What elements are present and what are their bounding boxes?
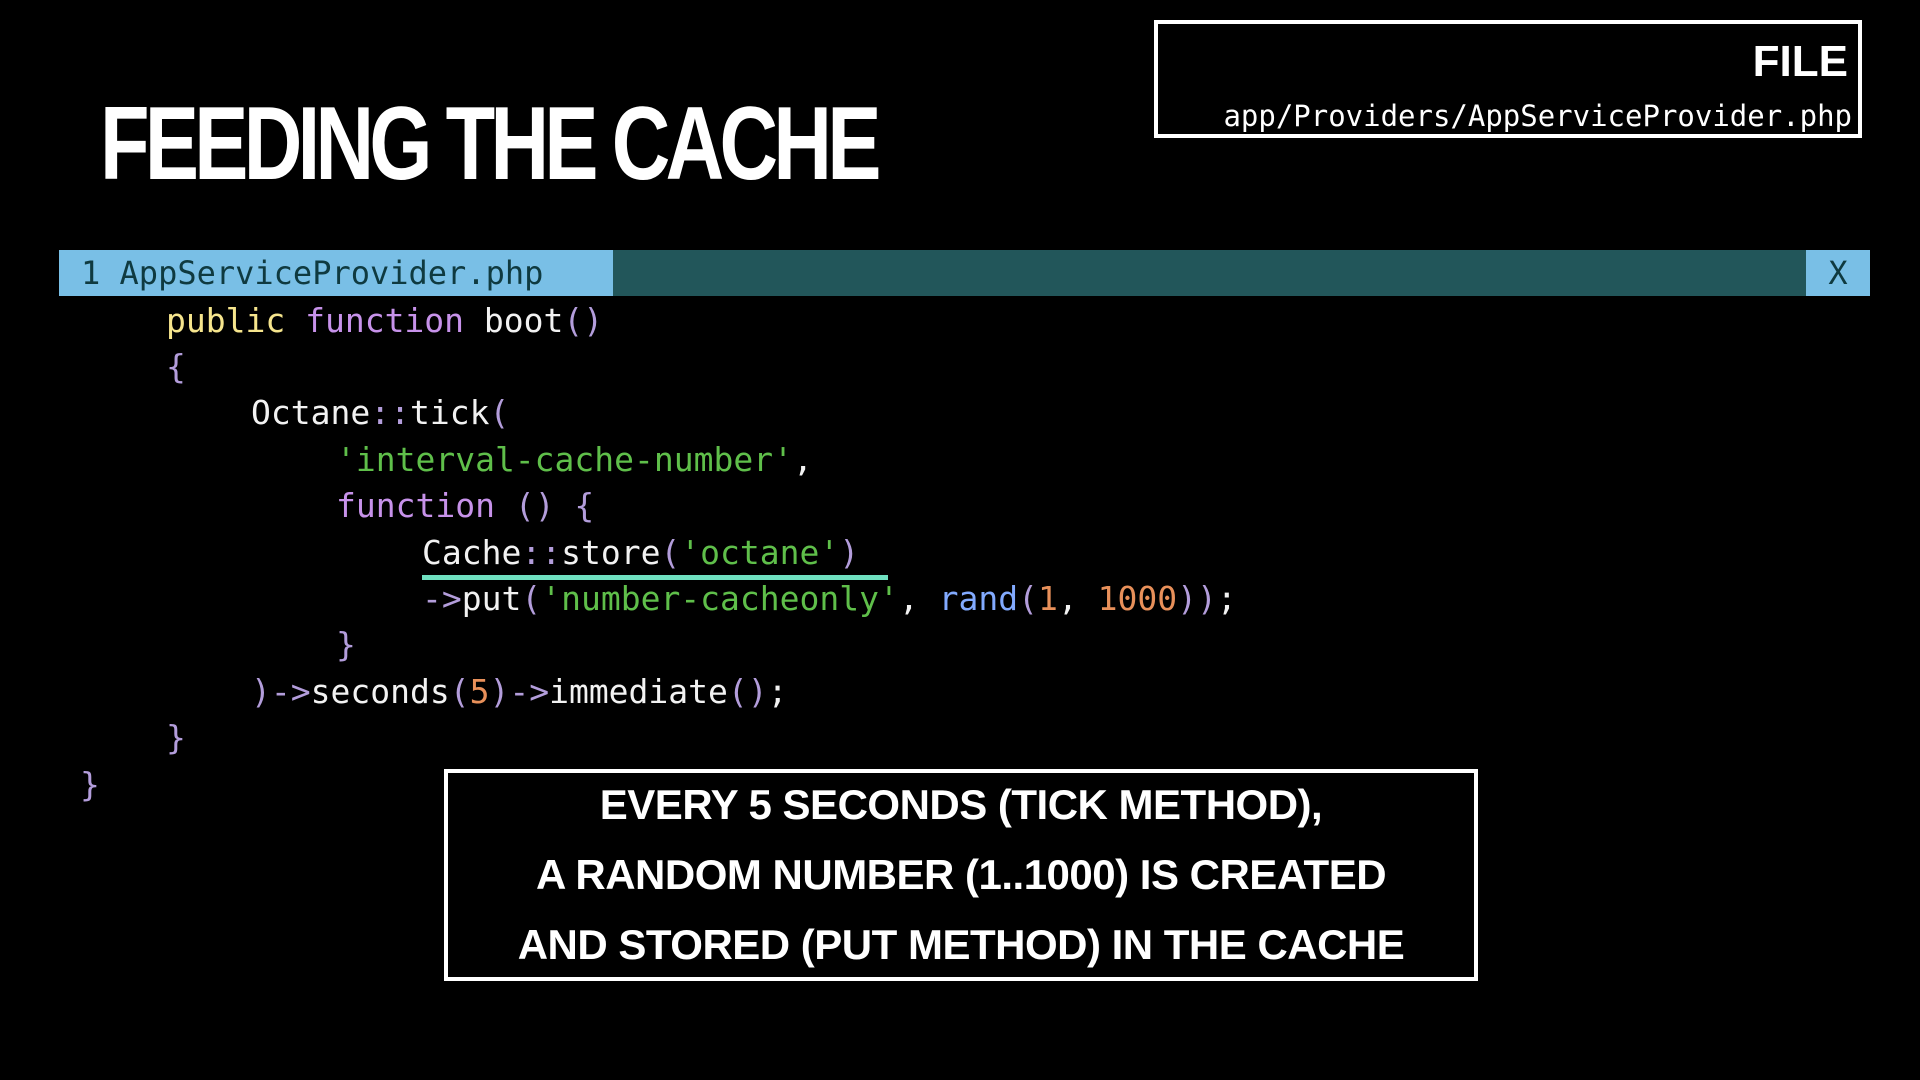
caption-line: AND STORED (PUT METHOD) IN THE CACHE [517,921,1405,968]
tab-appserviceprovider[interactable]: 1 AppServiceProvider.php [59,250,613,296]
code-token: } [166,718,186,757]
close-tab-button[interactable]: X [1806,250,1870,296]
code-token: ) [489,672,510,711]
code-token: ) [251,672,271,711]
code-token: , [792,440,813,479]
code-line-9: )->seconds(5)->immediate(); [251,669,788,715]
code-token: ( [521,579,542,618]
code-token: () { [494,486,595,525]
code-line-11: } [80,762,100,808]
code-token: public [166,301,286,340]
code-token: , [1057,579,1098,618]
caption-line: EVERY 5 SECONDS (TICK METHOD), [599,781,1323,828]
code-token: 5 [469,672,490,711]
code-token: )) [1177,579,1217,618]
code-token: 'number-cacheonly' [541,579,899,618]
code-token: Octane [251,393,371,432]
code-token: 1000 [1097,579,1178,618]
code-line-2: { [166,344,186,390]
code-token: boot [464,301,564,340]
code-line-7: ->put('number-cacheonly', rand(1, 1000))… [422,576,1237,622]
code-line-8: } [336,622,356,668]
code-line-5: function () { [336,483,594,529]
code-token: () [563,301,604,340]
code-line-10: } [166,715,186,761]
code-token: } [336,625,356,664]
code-token: function [305,301,465,340]
code-line-6: Cache::store('octane') [422,530,859,576]
code-token: -> [270,672,311,711]
code-token: 1 [1037,579,1058,618]
code-token: 'interval-cache-number' [336,440,793,479]
code-line-1: public function boot() [166,298,603,344]
file-path: app/Providers/AppServiceProvider.php [1223,99,1852,133]
highlight-underline [422,575,888,580]
code-line-3: Octane::tick( [251,390,509,436]
code-token: ; [1216,579,1237,618]
code-token: :: [521,533,562,572]
code-token: tick [409,393,490,432]
code-token: ; [767,672,788,711]
code-token: ) [839,533,860,572]
code-token: -> [509,672,550,711]
file-label: FILE [1752,37,1848,86]
slide-title: FEEDING THE CACHE [100,86,881,202]
code-token: rand [938,579,1019,618]
code-token: -> [422,579,462,618]
code-token: { [166,347,186,386]
code-token: () [727,672,768,711]
code-token: Cache [422,533,522,572]
code-token: , [898,579,939,618]
code-token: ( [489,393,510,432]
code-line-4: 'interval-cache-number', [336,437,813,483]
code-token: :: [370,393,410,432]
code-token: ( [1018,579,1038,618]
code-token: immediate [549,672,728,711]
editor-tabbar: 1 AppServiceProvider.php X [59,250,1870,296]
caption-line: A RANDOM NUMBER (1..1000) IS CREATED [535,851,1387,898]
code-token: } [80,765,100,804]
code-token: put [461,579,522,618]
code-token: ( [449,672,470,711]
file-info-box: FILE app/Providers/AppServiceProvider.ph… [1154,20,1862,138]
code-token: 'octane' [680,533,840,572]
code-token: seconds [310,672,450,711]
code-token: ( [660,533,681,572]
caption-box: EVERY 5 SECONDS (TICK METHOD), A RANDOM … [444,769,1478,981]
code-token: store [561,533,661,572]
code-token: function [336,486,495,525]
